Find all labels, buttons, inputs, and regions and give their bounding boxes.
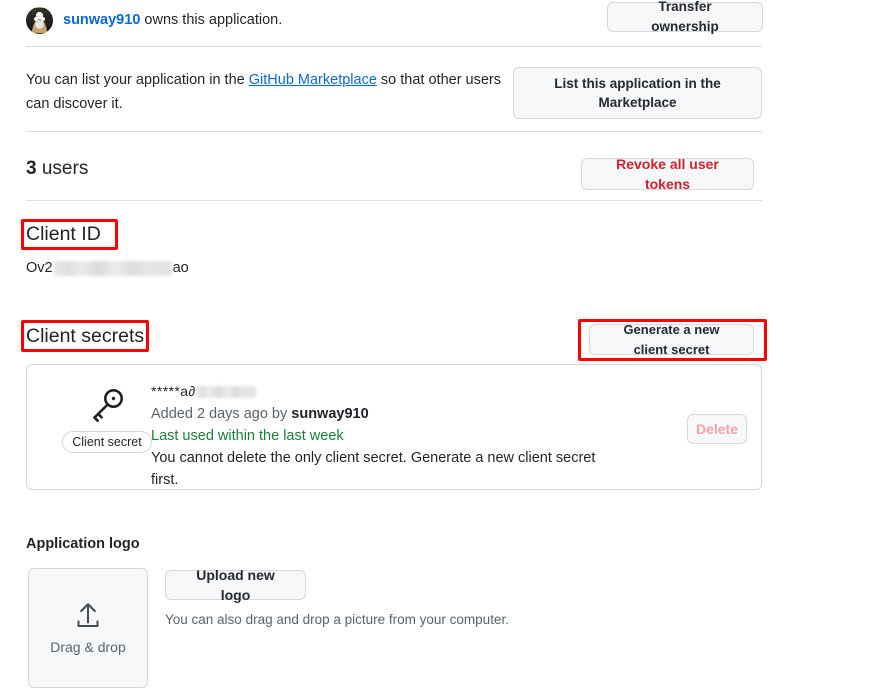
client-secret-delete-note: You cannot delete the only client secret… xyxy=(151,447,611,491)
oauth-app-settings-page: sunway910 owns this application. Transfe… xyxy=(0,0,885,691)
client-secret-added-user: sunway910 xyxy=(291,406,368,422)
avatar xyxy=(26,7,53,34)
client-secret-last-used: Last used within the last week xyxy=(151,425,611,447)
marketplace-description: You can list your application in the Git… xyxy=(26,68,516,116)
divider-marketplace xyxy=(26,131,762,132)
divider-top xyxy=(26,46,762,47)
client-secret-pill-label: Client secret xyxy=(62,431,151,453)
generate-new-client-secret-button[interactable]: Generate a new client secret xyxy=(589,324,754,355)
client-id-value: Ov2 ao xyxy=(26,257,189,279)
application-logo-heading: Application logo xyxy=(26,533,140,555)
client-secrets-heading: Client secrets xyxy=(26,322,144,350)
client-id-suffix: ao xyxy=(173,260,189,276)
upload-icon xyxy=(71,599,105,631)
users-heading: 3 users xyxy=(26,156,88,182)
github-marketplace-link[interactable]: GitHub Marketplace xyxy=(249,72,377,88)
client-secret-added-line: Added 2 days ago by sunway910 xyxy=(151,403,611,425)
client-secret-masked-value: *****a∂ xyxy=(151,381,611,402)
transfer-ownership-button[interactable]: Transfer ownership xyxy=(607,2,763,32)
key-icon xyxy=(85,387,129,427)
client-secret-info: *****a∂ Added 2 days ago by sunway910 La… xyxy=(151,381,611,491)
logo-dropzone[interactable]: Drag & drop xyxy=(28,568,148,688)
client-secret-mask-text: *****a∂ xyxy=(151,383,196,399)
client-secret-card: Client secret *****a∂ Added 2 days ago b… xyxy=(26,364,762,490)
users-label: users xyxy=(37,158,89,179)
client-secret-key-block: Client secret xyxy=(57,387,157,453)
client-id-heading: Client ID xyxy=(26,220,101,248)
dropzone-label: Drag & drop xyxy=(50,637,125,657)
users-count: 3 xyxy=(26,158,37,179)
drag-drop-note: You can also drag and drop a picture fro… xyxy=(165,610,509,630)
list-in-marketplace-button[interactable]: List this application in the Marketplace xyxy=(513,67,762,119)
owner-text: sunway910 owns this application. xyxy=(63,10,282,30)
client-secret-redacted-block xyxy=(196,386,256,398)
owner-text-suffix: owns this application. xyxy=(140,12,282,28)
client-secret-added-prefix: Added 2 days ago by xyxy=(151,406,291,422)
client-id-redacted-block xyxy=(54,261,172,276)
revoke-all-user-tokens-button[interactable]: Revoke all user tokens xyxy=(581,158,754,190)
key-icon-pin xyxy=(112,397,115,400)
owner-username-link[interactable]: sunway910 xyxy=(63,12,140,28)
upload-new-logo-button[interactable]: Upload new logo xyxy=(165,570,306,600)
divider-users xyxy=(26,200,762,201)
delete-client-secret-button[interactable]: Delete xyxy=(687,414,747,444)
marketplace-text-before: You can list your application in the xyxy=(26,72,249,88)
client-id-prefix: Ov2 xyxy=(26,260,53,276)
